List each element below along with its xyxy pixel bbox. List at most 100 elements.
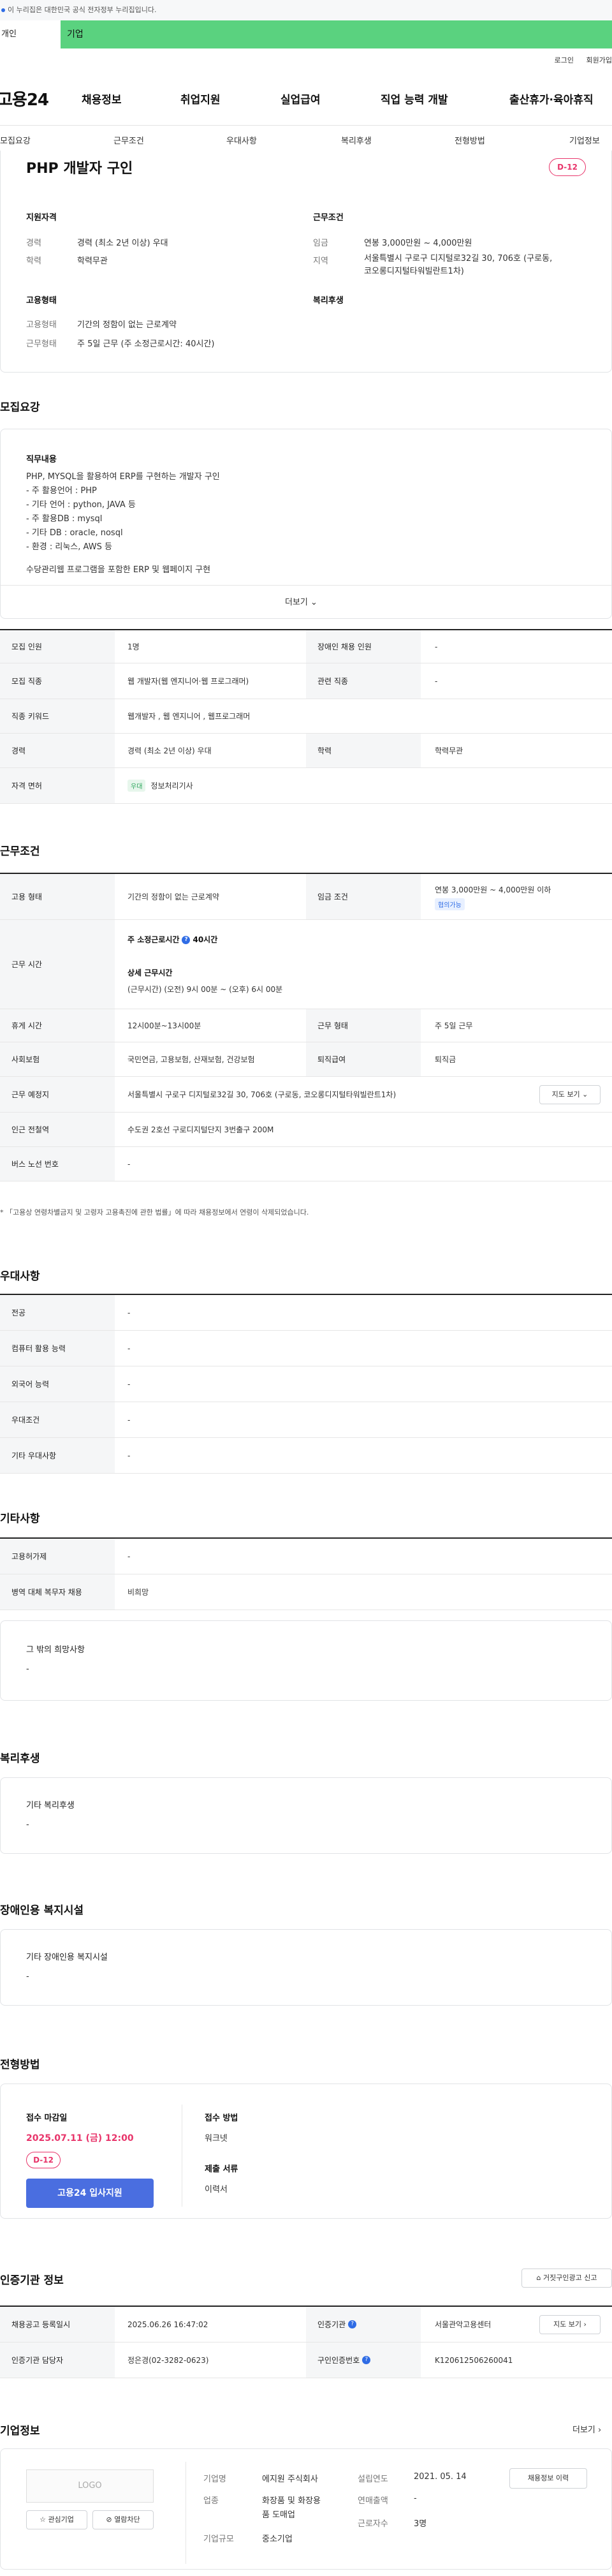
cert-no-label: 구인인증번호 bbox=[317, 2356, 360, 2365]
welfare-card: 기타 복리후생 - bbox=[0, 1777, 612, 1854]
login-link[interactable]: 로그인 bbox=[555, 56, 574, 64]
sales-value: - bbox=[414, 2494, 417, 2503]
report-button[interactable]: ⌂ 거짓구인광고 신고 bbox=[521, 2269, 612, 2288]
duty-more-button[interactable]: 더보기 ⌄ bbox=[285, 595, 317, 607]
cond-value-line2: 코오롱디지털타워빌란트1차) bbox=[364, 267, 464, 276]
row-value: 1명 bbox=[127, 642, 140, 651]
qual-value: 경력 (최소 2년 이상) 우대 bbox=[77, 239, 168, 248]
deadline-dday-badge: D-12 bbox=[26, 2152, 61, 2168]
cond-value: 연봉 3,000만원 ~ 4,000만원 bbox=[364, 239, 472, 248]
job-title: PHP 개발자 구인 bbox=[26, 161, 133, 177]
row-label: 병역 대체 복무자 채용 bbox=[0, 1574, 115, 1610]
gnb-training[interactable]: 직업 능력 개발 bbox=[381, 91, 448, 107]
work-hours-main: 주 소정근로시간? 40시간 bbox=[127, 934, 217, 945]
cond-label: 임금 bbox=[313, 239, 328, 248]
row-label: 인증기관? bbox=[306, 2307, 421, 2342]
section-title-recruit: 모집요강 bbox=[0, 401, 40, 414]
top-tabs: 개인 기업 bbox=[0, 20, 612, 48]
row-label: 고용허가제 bbox=[0, 1539, 115, 1574]
block-view-button[interactable]: ⊘ 열람차단 bbox=[92, 2510, 154, 2529]
chevron-right-icon: › bbox=[583, 2320, 586, 2328]
row-label: 관련 직종 bbox=[306, 663, 421, 699]
row-value: 우대 정보처리기사 bbox=[127, 768, 193, 803]
row-value: - bbox=[435, 642, 438, 651]
employees-label: 근로자수 bbox=[358, 2519, 388, 2529]
wage-value: 연봉 3,000만원 ~ 4,000만원 이하 bbox=[435, 885, 551, 894]
more-label: 더보기 bbox=[285, 598, 308, 607]
company-size-label: 기업규모 bbox=[203, 2535, 234, 2544]
row-label: 근무 예정지 bbox=[0, 1077, 115, 1112]
table-row: 휴게 시간 12시00분~13시00분 근무 형태 주 5일 근무 bbox=[0, 1009, 612, 1042]
employees-value: 3명 bbox=[414, 2519, 427, 2529]
site-logo[interactable]: 고용24 bbox=[0, 87, 49, 110]
cond-title: 근무조건 bbox=[313, 213, 344, 223]
pref-badge: 우대 bbox=[127, 780, 146, 792]
gnb-employment-support[interactable]: 취업지원 bbox=[180, 91, 221, 107]
subnav-preference[interactable]: 우대사항 bbox=[226, 134, 257, 146]
duty-line: 수당관리웹 프로그램을 포함한 ERP 및 웹페이지 구현 bbox=[26, 565, 211, 575]
duty-line bbox=[26, 554, 220, 563]
row-label: 근무 시간 bbox=[0, 920, 115, 1009]
qual-title: 지원자격 bbox=[26, 213, 57, 223]
util-menu: 로그인 회원가입 bbox=[544, 55, 612, 65]
founded-label: 설립연도 bbox=[358, 2475, 388, 2484]
table-row: 고용 형태 기간의 정함이 없는 근로계약 임금 조건 연봉 3,000만원 ~… bbox=[0, 874, 612, 920]
section-title-welfare: 복리후생 bbox=[0, 1752, 40, 1765]
section-title-work: 근무조건 bbox=[0, 845, 40, 858]
deadline-value: 2025.07.11 (금) 12:00 bbox=[26, 2133, 134, 2143]
method-value: 워크넷 bbox=[205, 2134, 228, 2143]
row-label: 학력 bbox=[306, 734, 421, 767]
disability-card: 기타 장애인용 복지시설 - bbox=[0, 1929, 612, 2006]
table-row: 고용허가제 - bbox=[0, 1539, 612, 1574]
duty-line: - 환경 : 리눅스, AWS 등 bbox=[26, 542, 112, 552]
work-hours-detail: (근무시간) (오전) 9시 00분 ~ (오후) 6시 00분 bbox=[127, 985, 283, 994]
apply-button[interactable]: 고용24 입사지원 bbox=[26, 2179, 154, 2208]
row-label: 모집 직종 bbox=[0, 663, 115, 699]
row-label: 버스 노선 번호 bbox=[0, 1147, 115, 1181]
favorite-company-button[interactable]: ☆ 관심기업 bbox=[26, 2510, 87, 2529]
help-icon[interactable]: ? bbox=[348, 2320, 357, 2328]
cond-value: 서울특별시 구로구 디지털로32길 30, 706호 (구로동, bbox=[364, 254, 553, 263]
sales-label: 연매출액 bbox=[358, 2496, 388, 2506]
row-label: 장애인 채용 인원 bbox=[306, 630, 421, 663]
tab-company[interactable]: 기업 bbox=[61, 20, 612, 48]
row-value: 수도권 2호선 구로디지털단지 3번출구 200M bbox=[127, 1125, 274, 1134]
duty-card: 직무내용 PHP, MYSQL을 활용하여 ERP를 구현하는 개발자 구인 -… bbox=[0, 429, 612, 619]
subnav-process[interactable]: 전형방법 bbox=[455, 134, 485, 146]
row-label: 임금 조건 bbox=[306, 874, 421, 919]
join-link[interactable]: 회원가입 bbox=[586, 56, 612, 64]
recruit-history-button[interactable]: 채용정보 이력 bbox=[509, 2468, 587, 2489]
agency-map-button[interactable]: 지도 보기 › bbox=[539, 2315, 601, 2334]
welfare-value: - bbox=[26, 1820, 29, 1830]
row-label: 퇴직급여 bbox=[306, 1042, 421, 1076]
row-value: 서울관악고용센터 bbox=[435, 2320, 492, 2329]
subnav-company[interactable]: 기업정보 bbox=[569, 134, 600, 146]
table-row: 모집 직종 웹 개발자(웹 엔지니어·웹 프로그래머) 관련 직종 - bbox=[0, 663, 612, 699]
help-icon[interactable]: ? bbox=[362, 2356, 371, 2364]
subnav-recruit[interactable]: 모집요강 bbox=[0, 134, 31, 146]
help-icon[interactable]: ? bbox=[182, 936, 191, 944]
row-label: 컴퓨터 활용 능력 bbox=[0, 1331, 115, 1366]
row-value: 비희망 bbox=[127, 1588, 149, 1597]
subnav-welfare[interactable]: 복리후생 bbox=[341, 134, 372, 146]
gnb-jobs[interactable]: 채용정보 bbox=[82, 91, 122, 107]
emp-label: 고용형태 bbox=[26, 320, 57, 330]
row-value: 서울특별시 구로구 디지털로32길 30, 706호 (구로동, 코오롱디지털타… bbox=[127, 1090, 397, 1099]
gnb-leave[interactable]: 출산휴가·육아휴직 bbox=[509, 91, 594, 107]
license-value: 정보처리기사 bbox=[150, 781, 193, 790]
map-view-button[interactable]: 지도 보기 ⌄ bbox=[539, 1085, 601, 1104]
welfare-title: 복리후생 bbox=[313, 296, 344, 306]
subnav-conditions[interactable]: 근무조건 bbox=[113, 134, 144, 146]
block-label: 열람차단 bbox=[114, 2515, 140, 2524]
company-more-link[interactable]: 더보기 › bbox=[572, 2423, 601, 2435]
chevron-down-icon: ⌄ bbox=[582, 1090, 588, 1099]
gnb-unemployment[interactable]: 실업급여 bbox=[280, 91, 321, 107]
row-value: - bbox=[127, 1415, 131, 1425]
table-row: 버스 노선 번호 - bbox=[0, 1147, 612, 1181]
table-row: 컴퓨터 활용 능력 - bbox=[0, 1331, 612, 1366]
row-label: 휴게 시간 bbox=[0, 1009, 115, 1042]
row-label: 채용공고 등록일시 bbox=[0, 2307, 115, 2342]
table-row: 채용공고 등록일시 2025.06.26 16:47:02 인증기관? 서울관악… bbox=[0, 2307, 612, 2343]
tab-personal[interactable]: 개인 bbox=[0, 20, 61, 48]
emp-value: 기간의 정함이 없는 근로계약 bbox=[77, 320, 177, 330]
